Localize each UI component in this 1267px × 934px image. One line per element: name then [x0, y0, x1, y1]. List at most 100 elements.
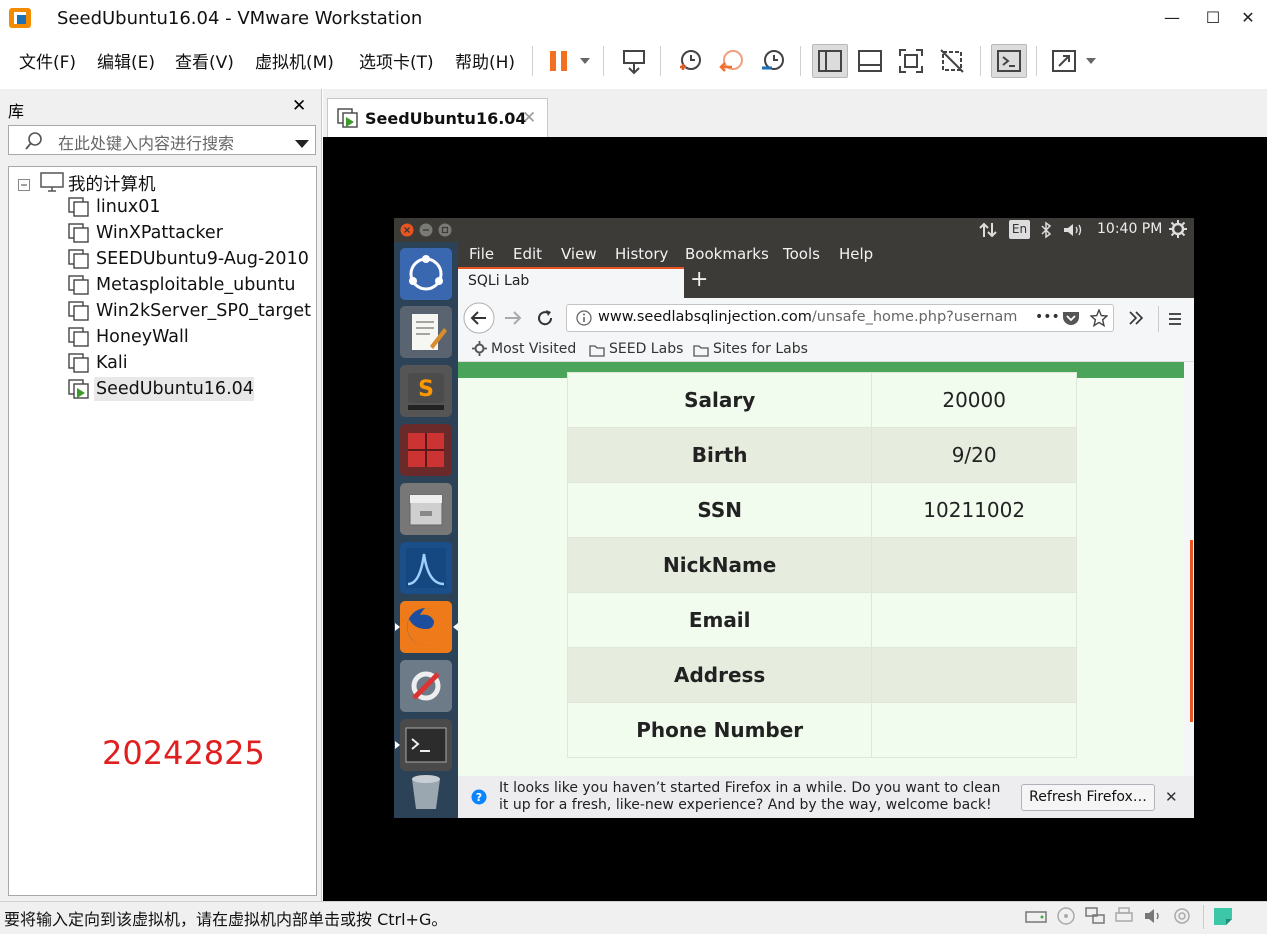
ff-menu-help[interactable]: Help	[839, 245, 873, 263]
firefox-icon[interactable]	[400, 601, 452, 653]
tree-item-vm[interactable]: linux01	[96, 197, 161, 217]
menu-edit[interactable]: 编辑(E)	[97, 48, 155, 73]
ff-menu-view[interactable]: View	[561, 245, 597, 263]
back-button-icon[interactable]	[463, 302, 495, 338]
tab-close-button[interactable]: ✕	[522, 108, 536, 128]
url-text: www.seedlabsqlinjection.com/unsafe_home.…	[598, 309, 1022, 325]
window-close-icon[interactable]	[400, 222, 414, 241]
search-dropdown-icon[interactable]	[294, 134, 310, 153]
tree-item-vm[interactable]: Metasploitable_ubuntu	[96, 275, 296, 295]
file-manager-icon[interactable]	[400, 483, 452, 535]
revert-snapshot-icon[interactable]	[714, 44, 750, 78]
tree-item-vm[interactable]: Win2kServer_SP0_target	[96, 301, 311, 321]
thumbnail-view-icon[interactable]	[852, 44, 888, 78]
vm-icon	[68, 327, 90, 347]
search-placeholder: 在此处键入内容进行搜索	[58, 134, 235, 153]
wireshark-icon[interactable]	[400, 542, 452, 594]
bookmark-most-visited[interactable]: Most Visited	[491, 341, 576, 357]
window-maximize-icon[interactable]	[438, 222, 452, 241]
table-row: Email	[566, 592, 1077, 648]
table-row: Phone Number	[566, 702, 1077, 758]
notification-close-button[interactable]: ✕	[1165, 788, 1178, 806]
send-ctrl-alt-del-icon[interactable]	[617, 44, 653, 78]
terminator-icon[interactable]	[400, 424, 452, 476]
display-icon[interactable]	[1171, 906, 1193, 926]
unity-mode-icon[interactable]	[934, 44, 970, 78]
ff-menu-tools[interactable]: Tools	[783, 245, 820, 263]
snapshot-icon[interactable]	[672, 44, 708, 78]
info-icon[interactable]	[576, 310, 592, 330]
close-button[interactable]: ✕	[1231, 4, 1265, 32]
notes-icon[interactable]	[1212, 906, 1234, 926]
minimize-button[interactable]: —	[1155, 4, 1189, 32]
refresh-firefox-button[interactable]: Refresh Firefox…	[1021, 784, 1155, 811]
page-actions-menu[interactable]: •••	[1035, 309, 1060, 325]
hamburger-menu-icon[interactable]	[1168, 311, 1182, 330]
vm-icon	[68, 249, 90, 269]
text-editor-icon[interactable]	[400, 306, 452, 358]
cd-dvd-icon[interactable]	[1055, 906, 1077, 926]
computer-icon	[40, 172, 64, 196]
menu-view[interactable]: 查看(V)	[175, 48, 234, 73]
pocket-icon[interactable]	[1062, 310, 1080, 330]
tree-root-my-computer[interactable]: 我的计算机	[68, 171, 156, 196]
menu-vm[interactable]: 虚拟机(M)	[255, 48, 334, 73]
network-adapter-icon[interactable]	[1084, 906, 1106, 926]
tree-item-vm[interactable]: SEEDUbuntu9-Aug-2010	[96, 249, 309, 269]
overflow-chevron-icon[interactable]	[1128, 310, 1144, 330]
system-gear-icon[interactable]	[1169, 220, 1187, 242]
printer-icon[interactable]	[1113, 906, 1135, 926]
ubuntu-dash-icon[interactable]	[400, 248, 452, 300]
system-settings-icon[interactable]	[400, 660, 452, 712]
menu-help[interactable]: 帮助(H)	[455, 48, 515, 73]
collapse-icon[interactable]	[18, 176, 30, 195]
tree-item-vm[interactable]: HoneyWall	[96, 327, 189, 347]
library-view-icon[interactable]	[812, 44, 848, 78]
maximize-button[interactable]: ☐	[1196, 4, 1230, 32]
vm-running-icon	[68, 379, 90, 399]
clock[interactable]: 10:40 PM	[1097, 221, 1162, 237]
help-icon: ?	[471, 789, 487, 809]
sublime-text-icon[interactable]: S	[400, 365, 452, 417]
bookmark-sites-for-labs[interactable]: Sites for Labs	[713, 341, 808, 357]
console-view-icon[interactable]	[991, 44, 1027, 78]
snapshot-manager-icon[interactable]	[755, 44, 791, 78]
tree-item-vm-selected[interactable]: SeedUbuntu16.04	[96, 379, 254, 399]
keyboard-layout-indicator[interactable]: En	[1009, 220, 1030, 239]
ff-menu-file[interactable]: File	[469, 245, 494, 263]
vm-running-icon	[337, 108, 359, 132]
svg-text:S: S	[418, 377, 434, 402]
page-scrollbar-thumb[interactable]	[1190, 540, 1193, 722]
library-close-button[interactable]: ✕	[292, 96, 306, 116]
hard-disk-icon[interactable]	[1025, 906, 1047, 926]
stretch-guest-icon[interactable]	[1046, 44, 1082, 78]
volume-icon[interactable]	[1062, 221, 1084, 243]
bookmark-seed-labs[interactable]: SEED Labs	[609, 341, 683, 357]
menu-tabs[interactable]: 选项卡(T)	[359, 48, 434, 73]
running-indicator-icon	[395, 741, 400, 749]
trash-icon[interactable]	[400, 773, 452, 813]
bluetooth-icon[interactable]	[1040, 221, 1052, 243]
bookmark-star-icon[interactable]	[1089, 308, 1109, 331]
window-minimize-icon[interactable]	[419, 222, 433, 241]
toolbar-separator	[603, 46, 604, 76]
menu-file[interactable]: 文件(F)	[19, 48, 76, 73]
sound-icon[interactable]	[1142, 906, 1164, 926]
field-value	[871, 592, 1077, 648]
window-title: SeedUbuntu16.04 - VMware Workstation	[57, 8, 423, 29]
tree-item-vm[interactable]: WinXPattacker	[96, 223, 223, 243]
reload-icon[interactable]	[535, 308, 555, 332]
terminal-icon[interactable]	[400, 719, 452, 771]
tree-item-vm[interactable]: Kali	[96, 353, 128, 373]
power-dropdown-icon[interactable]	[570, 44, 600, 78]
ff-menu-edit[interactable]: Edit	[513, 245, 542, 263]
vm-icon	[68, 353, 90, 373]
network-icon[interactable]	[978, 221, 998, 243]
ff-menu-history[interactable]: History	[615, 245, 668, 263]
stretch-dropdown-icon[interactable]	[1078, 44, 1104, 78]
fullscreen-icon[interactable]	[893, 44, 929, 78]
forward-button-icon[interactable]	[503, 309, 523, 331]
vmware-logo-icon	[8, 7, 32, 29]
new-tab-button[interactable]: +	[690, 267, 708, 292]
ff-menu-bookmarks[interactable]: Bookmarks	[685, 245, 769, 263]
